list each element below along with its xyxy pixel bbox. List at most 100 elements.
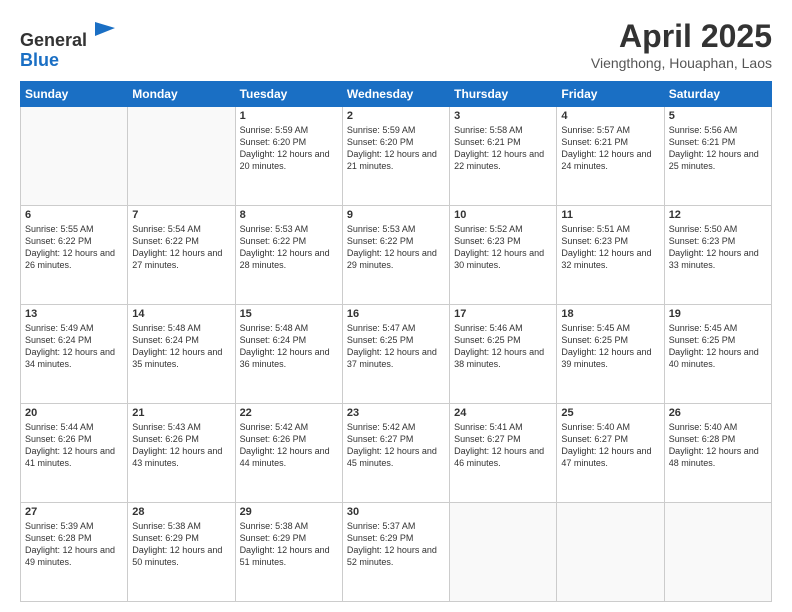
week-row-5: 27Sunrise: 5:39 AM Sunset: 6:28 PM Dayli… xyxy=(21,503,772,602)
header: General Blue April 2025 Viengthong, Houa… xyxy=(20,18,772,71)
day-number: 23 xyxy=(347,407,445,419)
day-cell xyxy=(450,503,557,602)
day-cell: 20 Sunrise: 5:44 AM Sunset: 6:26 PM Dayli… xyxy=(21,404,128,503)
day-number: 22 xyxy=(240,407,338,419)
weekday-header-sunday: Sunday xyxy=(21,82,128,107)
day-cell: 17Sunrise: 5:46 AM Sunset: 6:25 PM Dayli… xyxy=(450,305,557,404)
day-info: Sunrise: 5:42 AM Sunset: 6:27 PM Dayligh… xyxy=(347,421,445,470)
day-info: Sunrise: 5:59 AM Sunset: 6:20 PM Dayligh… xyxy=(347,124,445,173)
day-cell: 7Sunrise: 5:54 AM Sunset: 6:22 PM Daylig… xyxy=(128,206,235,305)
day-cell: 30 Sunrise: 5:37 AM Sunset: 6:29 PM Dayli… xyxy=(342,503,449,602)
day-cell: 19 Sunrise: 5:45 AM Sunset: 6:25 PM Dayli… xyxy=(664,305,771,404)
day-number: 13 xyxy=(25,308,123,320)
day-cell xyxy=(128,107,235,206)
day-cell: 15Sunrise: 5:48 AM Sunset: 6:24 PM Dayli… xyxy=(235,305,342,404)
day-info: Sunrise: 5:45 AM Sunset: 6:25 PM Dayligh… xyxy=(669,322,767,371)
day-cell: 1 Sunrise: 5:59 AM Sunset: 6:20 PM Daylig… xyxy=(235,107,342,206)
day-cell: 11 Sunrise: 5:51 AM Sunset: 6:23 PM Dayli… xyxy=(557,206,664,305)
weekday-header-friday: Friday xyxy=(557,82,664,107)
day-info: Sunrise: 5:38 AM Sunset: 6:29 PM Dayligh… xyxy=(132,520,230,569)
day-cell: 4Sunrise: 5:57 AM Sunset: 6:21 PM Daylig… xyxy=(557,107,664,206)
day-cell: 3 Sunrise: 5:58 AM Sunset: 6:21 PM Daylig… xyxy=(450,107,557,206)
day-info: Sunrise: 5:50 AM Sunset: 6:23 PM Dayligh… xyxy=(669,223,767,272)
day-number: 11 xyxy=(561,209,659,221)
day-info: Sunrise: 5:58 AM Sunset: 6:21 PM Dayligh… xyxy=(454,124,552,173)
weekday-header-saturday: Saturday xyxy=(664,82,771,107)
day-number: 8 xyxy=(240,209,338,221)
weekday-header-thursday: Thursday xyxy=(450,82,557,107)
logo-flag-icon xyxy=(91,18,119,46)
day-info: Sunrise: 5:52 AM Sunset: 6:23 PM Dayligh… xyxy=(454,223,552,272)
day-cell: 21 Sunrise: 5:43 AM Sunset: 6:26 PM Dayli… xyxy=(128,404,235,503)
day-cell: 16 Sunrise: 5:47 AM Sunset: 6:25 PM Dayli… xyxy=(342,305,449,404)
day-info: Sunrise: 5:46 AM Sunset: 6:25 PM Dayligh… xyxy=(454,322,552,371)
day-info: Sunrise: 5:48 AM Sunset: 6:24 PM Dayligh… xyxy=(132,322,230,371)
day-cell xyxy=(557,503,664,602)
day-number: 1 xyxy=(240,110,338,122)
day-info: Sunrise: 5:41 AM Sunset: 6:27 PM Dayligh… xyxy=(454,421,552,470)
day-cell: 9Sunrise: 5:53 AM Sunset: 6:22 PM Daylig… xyxy=(342,206,449,305)
day-number: 19 xyxy=(669,308,767,320)
day-cell xyxy=(664,503,771,602)
day-cell: 28 Sunrise: 5:38 AM Sunset: 6:29 PM Dayli… xyxy=(128,503,235,602)
day-cell: 10 Sunrise: 5:52 AM Sunset: 6:23 PM Dayli… xyxy=(450,206,557,305)
day-info: Sunrise: 5:40 AM Sunset: 6:28 PM Dayligh… xyxy=(669,421,767,470)
day-number: 16 xyxy=(347,308,445,320)
logo-text-block: General Blue xyxy=(20,18,119,71)
day-number: 7 xyxy=(132,209,230,221)
day-info: Sunrise: 5:38 AM Sunset: 6:29 PM Dayligh… xyxy=(240,520,338,569)
day-number: 5 xyxy=(669,110,767,122)
day-info: Sunrise: 5:47 AM Sunset: 6:25 PM Dayligh… xyxy=(347,322,445,371)
day-info: Sunrise: 5:42 AM Sunset: 6:26 PM Dayligh… xyxy=(240,421,338,470)
day-number: 3 xyxy=(454,110,552,122)
day-info: Sunrise: 5:44 AM Sunset: 6:26 PM Dayligh… xyxy=(25,421,123,470)
week-row-1: 1 Sunrise: 5:59 AM Sunset: 6:20 PM Daylig… xyxy=(21,107,772,206)
day-info: Sunrise: 5:51 AM Sunset: 6:23 PM Dayligh… xyxy=(561,223,659,272)
day-number: 14 xyxy=(132,308,230,320)
day-info: Sunrise: 5:59 AM Sunset: 6:20 PM Dayligh… xyxy=(240,124,338,173)
day-info: Sunrise: 5:48 AM Sunset: 6:24 PM Dayligh… xyxy=(240,322,338,371)
day-cell: 8 Sunrise: 5:53 AM Sunset: 6:22 PM Daylig… xyxy=(235,206,342,305)
week-row-3: 13 Sunrise: 5:49 AM Sunset: 6:24 PM Dayli… xyxy=(21,305,772,404)
day-info: Sunrise: 5:49 AM Sunset: 6:24 PM Dayligh… xyxy=(25,322,123,371)
day-info: Sunrise: 5:37 AM Sunset: 6:29 PM Dayligh… xyxy=(347,520,445,569)
logo: General Blue xyxy=(20,18,119,71)
logo-general: General xyxy=(20,30,87,50)
day-info: Sunrise: 5:53 AM Sunset: 6:22 PM Dayligh… xyxy=(347,223,445,272)
day-info: Sunrise: 5:55 AM Sunset: 6:22 PM Dayligh… xyxy=(25,223,123,272)
day-info: Sunrise: 5:39 AM Sunset: 6:28 PM Dayligh… xyxy=(25,520,123,569)
day-number: 26 xyxy=(669,407,767,419)
day-number: 30 xyxy=(347,506,445,518)
day-number: 20 xyxy=(25,407,123,419)
day-cell: 14 Sunrise: 5:48 AM Sunset: 6:24 PM Dayli… xyxy=(128,305,235,404)
day-info: Sunrise: 5:43 AM Sunset: 6:26 PM Dayligh… xyxy=(132,421,230,470)
title-block: April 2025 Viengthong, Houaphan, Laos xyxy=(591,18,772,71)
subtitle: Viengthong, Houaphan, Laos xyxy=(591,55,772,71)
day-info: Sunrise: 5:53 AM Sunset: 6:22 PM Dayligh… xyxy=(240,223,338,272)
weekday-header-tuesday: Tuesday xyxy=(235,82,342,107)
day-number: 2 xyxy=(347,110,445,122)
day-number: 6 xyxy=(25,209,123,221)
day-info: Sunrise: 5:56 AM Sunset: 6:21 PM Dayligh… xyxy=(669,124,767,173)
day-number: 29 xyxy=(240,506,338,518)
day-cell: 2 Sunrise: 5:59 AM Sunset: 6:20 PM Daylig… xyxy=(342,107,449,206)
day-info: Sunrise: 5:45 AM Sunset: 6:25 PM Dayligh… xyxy=(561,322,659,371)
week-row-4: 20 Sunrise: 5:44 AM Sunset: 6:26 PM Dayli… xyxy=(21,404,772,503)
day-number: 21 xyxy=(132,407,230,419)
day-number: 12 xyxy=(669,209,767,221)
day-cell: 26 Sunrise: 5:40 AM Sunset: 6:28 PM Dayli… xyxy=(664,404,771,503)
main-title: April 2025 xyxy=(591,18,772,55)
day-cell: 27Sunrise: 5:39 AM Sunset: 6:28 PM Dayli… xyxy=(21,503,128,602)
day-cell: 6 Sunrise: 5:55 AM Sunset: 6:22 PM Daylig… xyxy=(21,206,128,305)
day-cell: 18 Sunrise: 5:45 AM Sunset: 6:25 PM Dayli… xyxy=(557,305,664,404)
logo-blue: Blue xyxy=(20,50,59,70)
day-cell: 25Sunrise: 5:40 AM Sunset: 6:27 PM Dayli… xyxy=(557,404,664,503)
day-number: 25 xyxy=(561,407,659,419)
day-cell: 24Sunrise: 5:41 AM Sunset: 6:27 PM Dayli… xyxy=(450,404,557,503)
day-cell: 23 Sunrise: 5:42 AM Sunset: 6:27 PM Dayli… xyxy=(342,404,449,503)
day-number: 18 xyxy=(561,308,659,320)
weekday-header-row: SundayMondayTuesdayWednesdayThursdayFrid… xyxy=(21,82,772,107)
calendar-table: SundayMondayTuesdayWednesdayThursdayFrid… xyxy=(20,81,772,602)
day-number: 28 xyxy=(132,506,230,518)
day-number: 10 xyxy=(454,209,552,221)
